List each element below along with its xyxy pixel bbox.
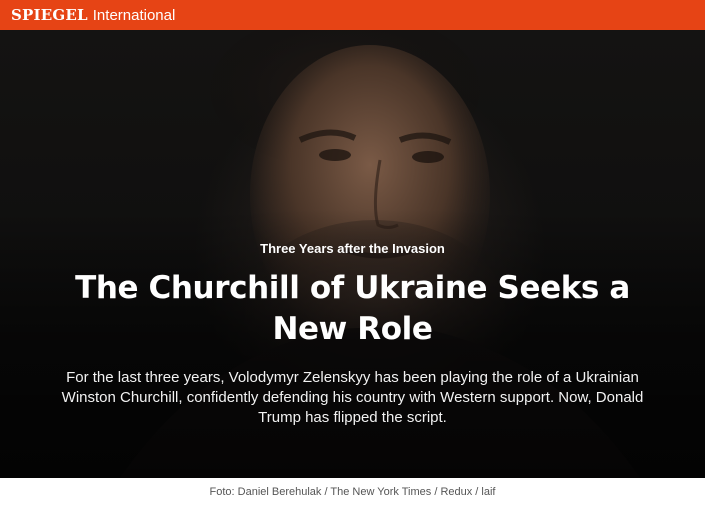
site-header-bar: SPIEGEL International	[0, 0, 705, 30]
photo-credit: Foto: Daniel Berehulak / The New York Ti…	[209, 486, 496, 498]
article-headline[interactable]: The Churchill of Ukraine Seeks a New Rol…	[53, 268, 653, 350]
brand-section: International	[92, 7, 176, 24]
hero-text-block: Three Years after the Invasion The Churc…	[0, 241, 705, 428]
hero-article-teaser[interactable]: Three Years after the Invasion The Churc…	[0, 30, 705, 478]
article-teaser: For the last three years, Volodymyr Zele…	[61, 369, 644, 426]
article-kicker: Three Years after the Invasion	[260, 241, 445, 256]
site-logo[interactable]: SPIEGEL International	[11, 6, 175, 24]
brand-name: SPIEGEL	[11, 6, 88, 24]
